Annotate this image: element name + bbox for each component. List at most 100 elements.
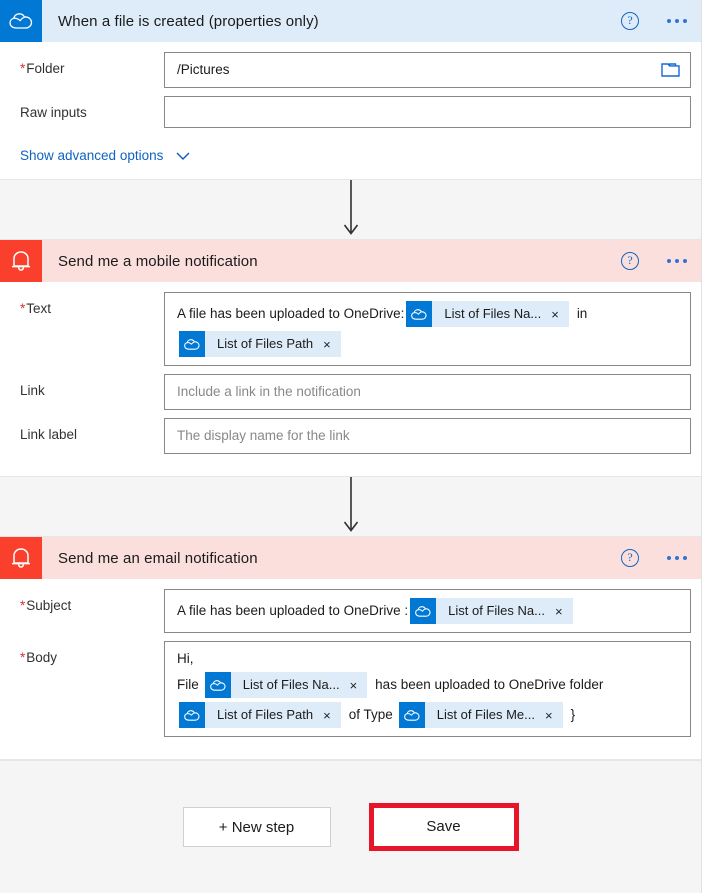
token-label: List of Files Na... [231, 674, 350, 696]
link-label: Link [10, 374, 164, 398]
row-text: *Text A file has been uploaded to OneDri… [10, 292, 691, 366]
body-line-2: File List of Files Na... × [177, 670, 682, 700]
connector-arrow-1 [0, 180, 701, 240]
step-title: Send me an email notification [58, 550, 258, 567]
token-chip[interactable]: List of Files Na... × [410, 598, 572, 624]
static-text: Hi, [177, 648, 194, 670]
step-header-actions: ? [621, 252, 701, 270]
help-icon[interactable]: ? [621, 549, 639, 567]
onedrive-icon [406, 301, 432, 327]
onedrive-icon [399, 702, 425, 728]
remove-token-icon[interactable]: × [545, 709, 563, 722]
save-button-highlight: Save [369, 803, 519, 851]
more-options-icon[interactable] [667, 556, 687, 560]
text-input-content-2: List of Files Path × [177, 329, 682, 359]
token-label: List of Files Na... [432, 303, 551, 325]
step-body-email-notification: *Subject A file has been uploaded to One… [0, 579, 701, 759]
remove-token-icon[interactable]: × [350, 679, 368, 692]
token-label: List of Files Path [205, 333, 323, 355]
bell-icon [0, 240, 42, 282]
link-label-input[interactable]: The display name for the link [164, 418, 691, 454]
static-text: File [177, 674, 199, 696]
new-step-button[interactable]: + New step [183, 807, 331, 847]
help-icon[interactable]: ? [621, 252, 639, 270]
flow-designer: When a file is created (properties only)… [0, 0, 702, 893]
static-text: of Type [349, 704, 393, 726]
static-text: } [571, 704, 576, 726]
step-header-email-notification[interactable]: Send me an email notification ? [0, 537, 701, 579]
token-chip[interactable]: List of Files Me... × [399, 702, 563, 728]
step-card-trigger: When a file is created (properties only)… [0, 0, 701, 180]
folder-label: *Folder [10, 52, 164, 76]
token-label: List of Files Na... [436, 600, 555, 622]
subject-label: *Subject [10, 589, 164, 613]
static-text: in [577, 303, 588, 325]
show-advanced-options-label: Show advanced options [20, 148, 163, 163]
onedrive-icon [205, 672, 231, 698]
save-button[interactable]: Save [374, 808, 514, 846]
onedrive-icon [179, 702, 205, 728]
body-line-1: Hi, [177, 648, 682, 670]
remove-token-icon[interactable]: × [323, 709, 341, 722]
token-chip[interactable]: List of Files Na... × [406, 301, 568, 327]
raw-inputs-input[interactable] [164, 96, 691, 128]
body-label: *Body [10, 641, 164, 665]
connector-arrow-2 [0, 477, 701, 537]
folder-value: /Pictures [177, 59, 230, 81]
onedrive-icon [410, 598, 436, 624]
token-label: List of Files Me... [425, 704, 545, 726]
token-chip[interactable]: List of Files Path × [179, 702, 341, 728]
raw-inputs-label: Raw inputs [10, 96, 164, 120]
folder-input[interactable]: /Pictures [164, 52, 691, 88]
onedrive-icon [0, 0, 42, 42]
more-options-icon[interactable] [667, 19, 687, 23]
static-text: A file has been uploaded to OneDrive: [177, 303, 404, 325]
step-title: Send me a mobile notification [58, 253, 258, 270]
token-chip[interactable]: List of Files Na... × [205, 672, 367, 698]
row-subject: *Subject A file has been uploaded to One… [10, 589, 691, 633]
row-body: *Body Hi, File [10, 641, 691, 737]
body-input[interactable]: Hi, File List of F [164, 641, 691, 737]
required-asterisk: * [20, 61, 25, 76]
step-header-actions: ? [621, 12, 701, 30]
token-chip[interactable]: List of Files Path × [179, 331, 341, 357]
help-icon[interactable]: ? [621, 12, 639, 30]
step-header-trigger[interactable]: When a file is created (properties only)… [0, 0, 701, 42]
row-link: Link Include a link in the notification [10, 374, 691, 410]
text-label: *Text [10, 292, 164, 316]
required-asterisk: * [20, 301, 25, 316]
step-header-mobile-notification[interactable]: Send me a mobile notification ? [0, 240, 701, 282]
remove-token-icon[interactable]: × [551, 308, 569, 321]
text-input[interactable]: A file has been uploaded to OneDrive: Li… [164, 292, 691, 366]
step-header-actions: ? [621, 549, 701, 567]
chevron-down-icon [175, 151, 191, 161]
token-label: List of Files Path [205, 704, 323, 726]
static-text: A file has been uploaded to OneDrive : [177, 600, 408, 622]
step-card-mobile-notification: Send me a mobile notification ? *Text A … [0, 240, 701, 477]
required-asterisk: * [20, 598, 25, 613]
show-advanced-options-link[interactable]: Show advanced options [10, 136, 191, 165]
step-title: When a file is created (properties only) [58, 13, 319, 30]
body-line-3: List of Files Path × of Type [177, 700, 682, 730]
step-body-trigger: *Folder /Pictures Raw inputs [0, 42, 701, 179]
step-body-mobile-notification: *Text A file has been uploaded to OneDri… [0, 282, 701, 476]
row-link-label: Link label The display name for the link [10, 418, 691, 454]
text-input-content: A file has been uploaded to OneDrive: Li… [177, 299, 682, 329]
arrow-down-icon [341, 180, 361, 239]
step-card-email-notification: Send me an email notification ? *Subject… [0, 537, 701, 760]
remove-token-icon[interactable]: × [323, 338, 341, 351]
row-raw-inputs: Raw inputs [10, 96, 691, 128]
required-asterisk: * [20, 650, 25, 665]
static-text: has been uploaded to OneDrive folder [375, 674, 603, 696]
onedrive-icon [179, 331, 205, 357]
subject-input[interactable]: A file has been uploaded to OneDrive : L… [164, 589, 691, 633]
link-label-label: Link label [10, 418, 164, 442]
more-options-icon[interactable] [667, 259, 687, 263]
link-input[interactable]: Include a link in the notification [164, 374, 691, 410]
bell-icon [0, 537, 42, 579]
folder-picker-icon[interactable] [661, 63, 680, 78]
arrow-down-icon [341, 477, 361, 536]
link-label-placeholder: The display name for the link [177, 425, 350, 447]
remove-token-icon[interactable]: × [555, 605, 573, 618]
link-placeholder: Include a link in the notification [177, 381, 361, 403]
